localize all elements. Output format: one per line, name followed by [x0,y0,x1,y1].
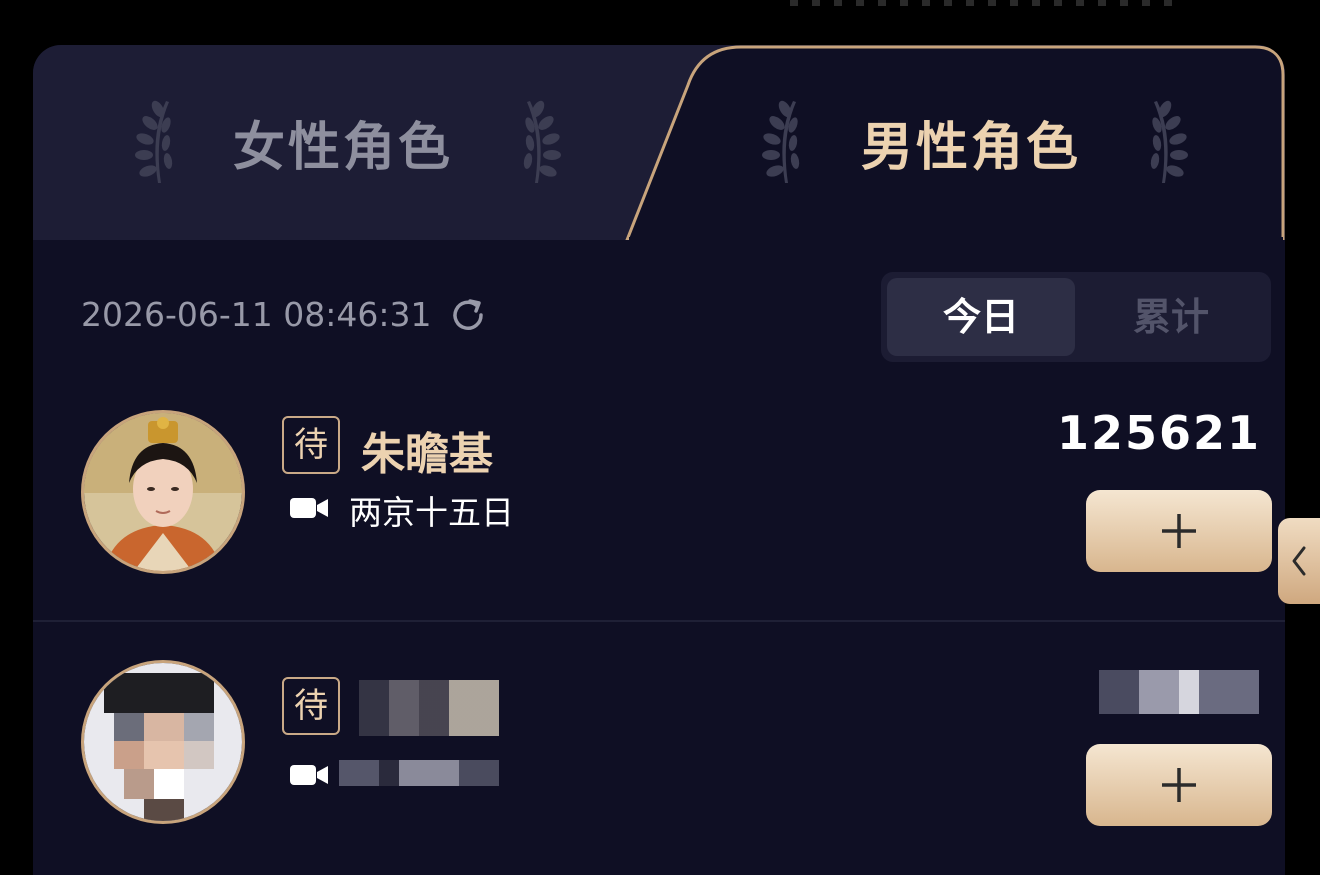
plus-icon [1162,514,1196,548]
avatar [81,660,245,824]
plus-icon [1162,768,1196,802]
chevron-left-icon [1292,546,1306,576]
laurel-left-icon [135,100,173,183]
avatar [81,410,245,574]
tab-male-label: 男性角色 [861,118,1082,178]
redacted-drama [339,760,499,786]
avatar-image [84,413,242,571]
status-tag: 待 [282,677,340,735]
vote-count: 125621 [1056,406,1261,460]
add-vote-button[interactable] [1086,744,1272,826]
redacted-name [359,680,499,736]
toggle-total[interactable]: 累计 [1077,278,1265,356]
laurel-left-icon [762,100,800,183]
redacted-score [1099,670,1259,714]
ranking-content: 2026-06-11 08:46:31 今日 累计 待 朱瞻基 两京十五日 12… [33,240,1285,875]
video-camera-icon [290,765,328,785]
tab-female-label: 女性角色 [233,118,454,178]
avatar-image [84,663,242,821]
gender-tabs: 女性角色 男性角色 [33,45,1285,240]
list-item[interactable]: 待 朱瞻基 两京十五日 125621 [33,380,1285,634]
tab-male-background [625,45,1285,240]
laurel-right-icon [1150,100,1188,183]
row-divider [33,620,1285,622]
ranking-panel: 女性角色 男性角色 2026-06-11 08:46:31 今日 累计 待 朱瞻… [33,45,1285,875]
toggle-today[interactable]: 今日 [887,278,1075,356]
list-item[interactable]: 待 [33,636,1285,875]
video-camera-icon [290,498,328,518]
character-name: 朱瞻基 [361,429,493,480]
status-tag: 待 [282,416,340,474]
drama-title: 两京十五日 [349,493,514,532]
period-toggle: 今日 累计 [881,272,1271,362]
add-vote-button[interactable] [1086,490,1272,572]
laurel-right-icon [523,100,561,183]
side-collapse-handle[interactable] [1278,518,1320,604]
update-timestamp: 2026-06-11 08:46:31 [81,295,432,334]
refresh-icon[interactable] [448,295,488,335]
status-indicator [790,0,1180,6]
